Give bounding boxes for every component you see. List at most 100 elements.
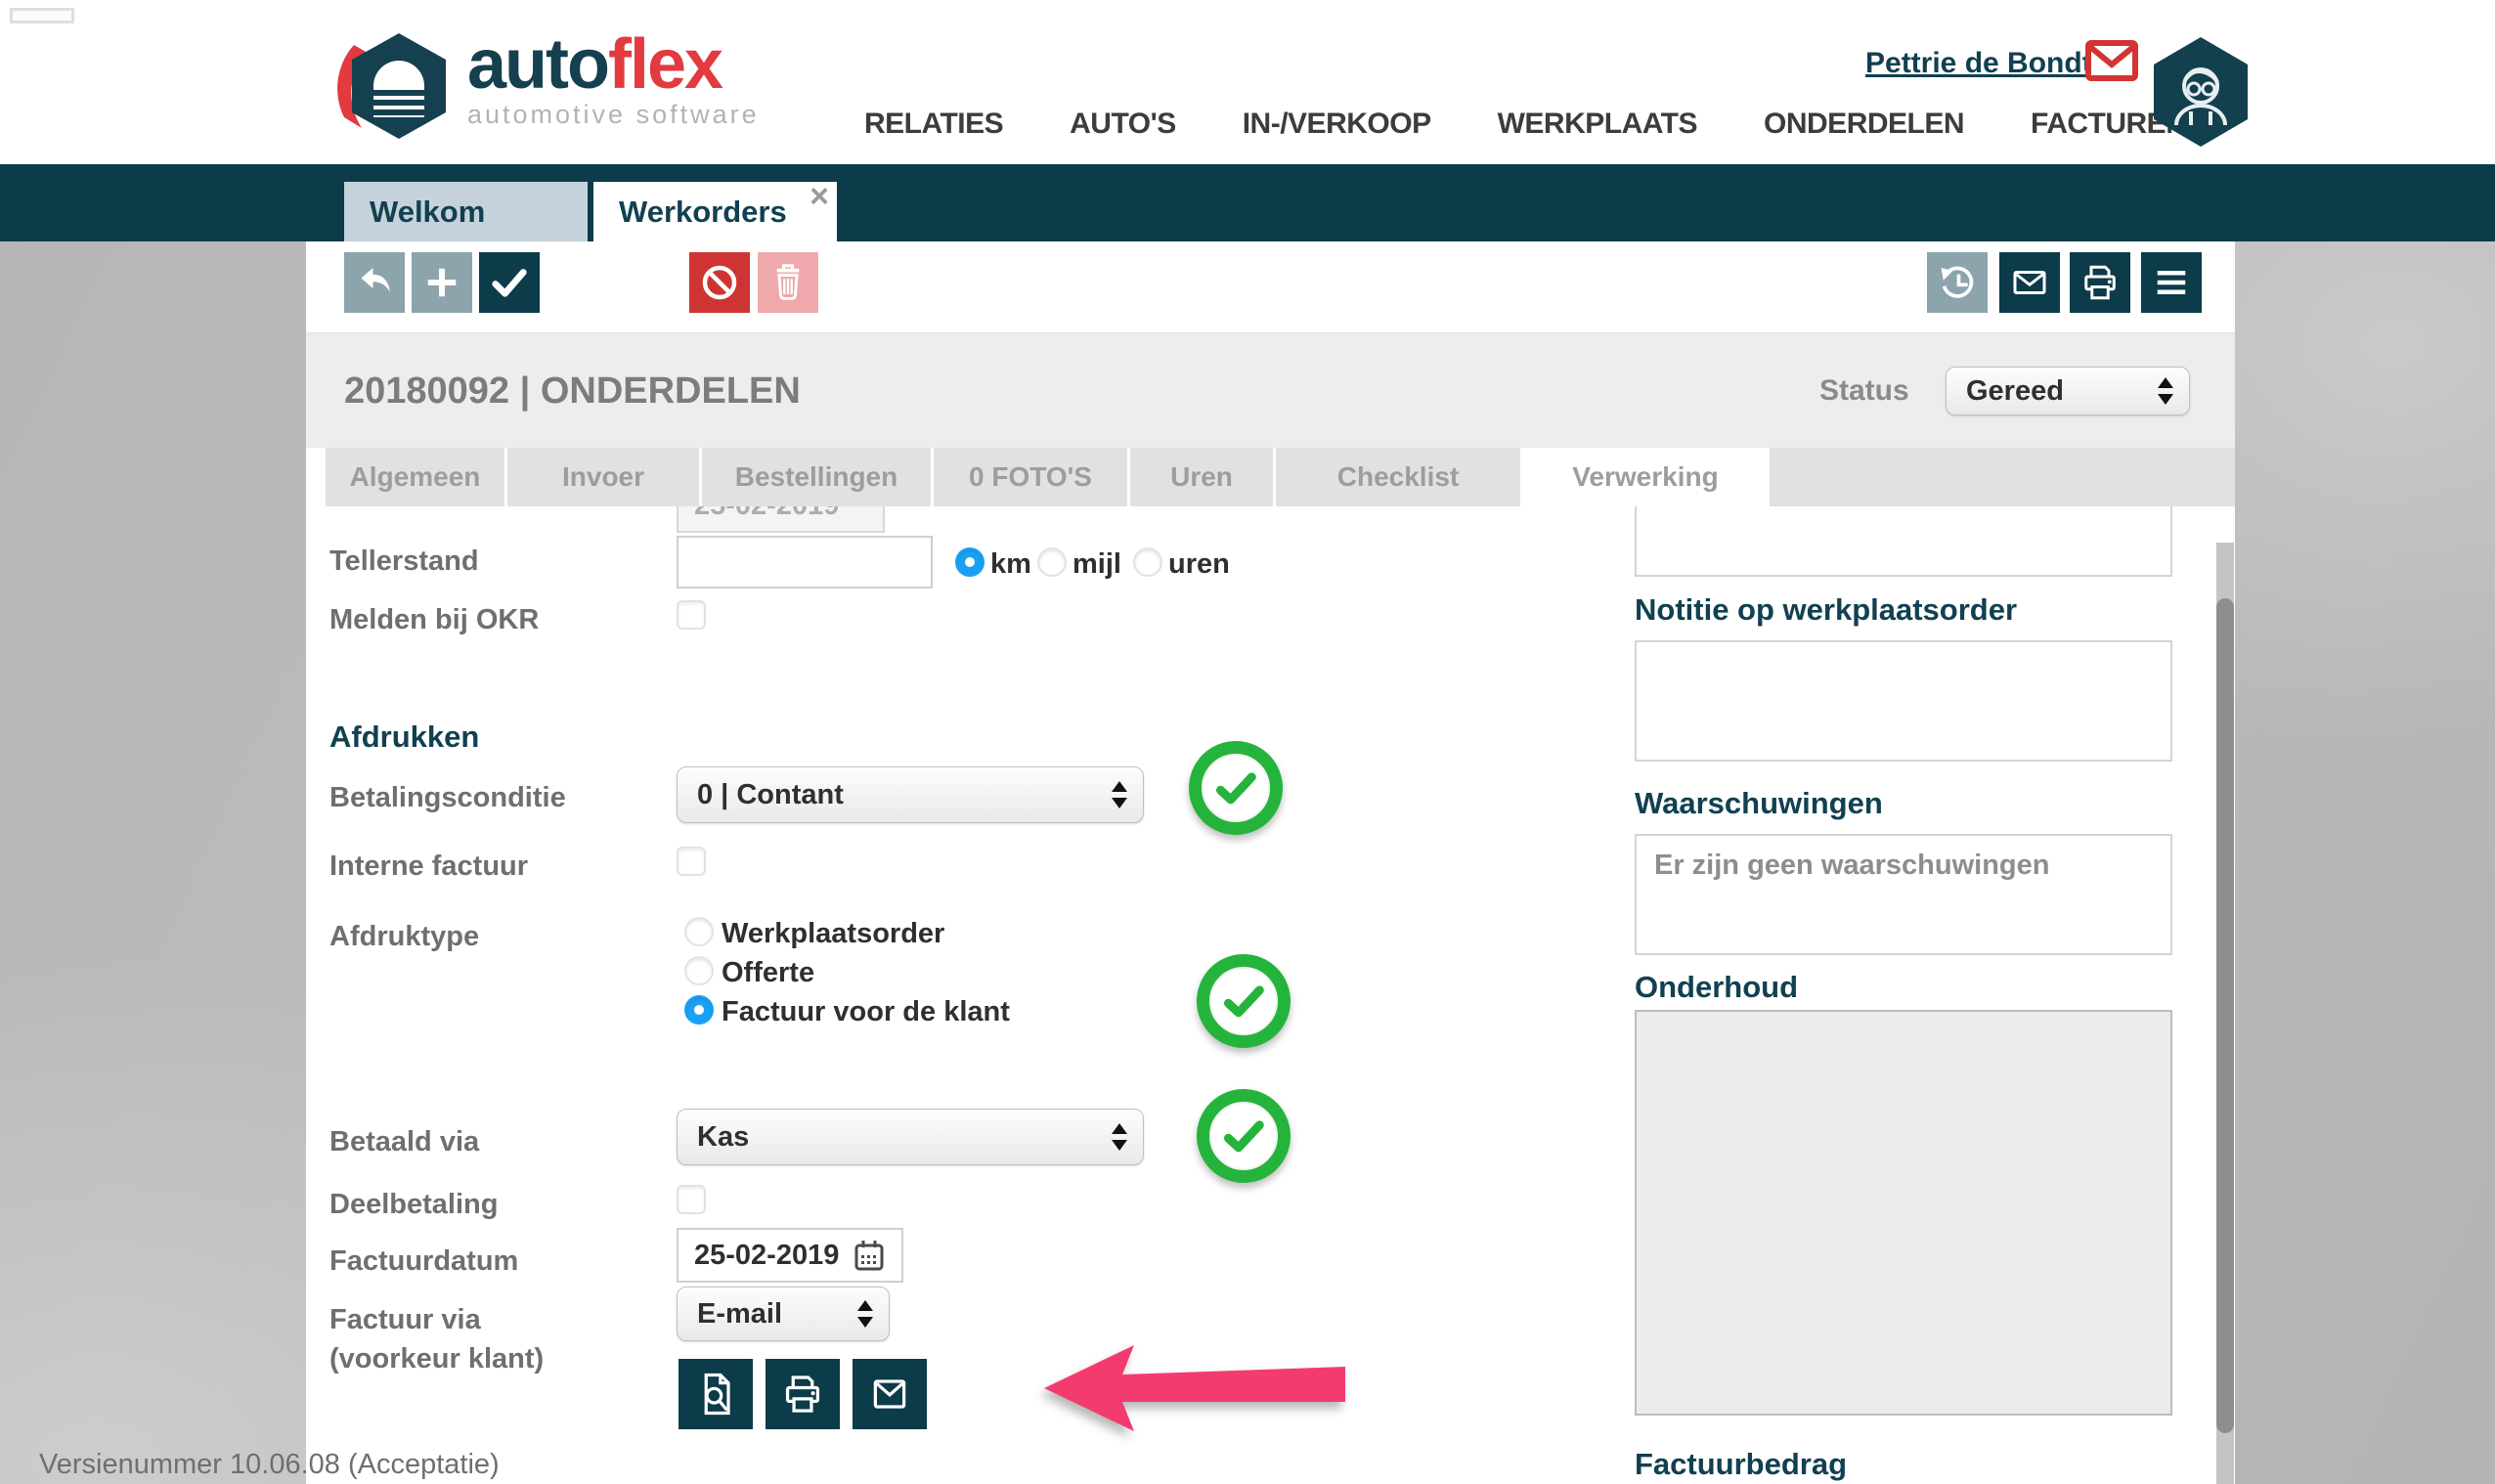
unit-uren-label: uren — [1168, 548, 1230, 581]
status-value: Gereed — [1947, 368, 2189, 415]
orderdatum-value: 25-02-2019 — [677, 506, 885, 533]
afdruktype-factuur-radio[interactable] — [684, 995, 714, 1025]
interne-factuur-checkbox[interactable] — [677, 847, 706, 876]
undo-button[interactable] — [344, 252, 405, 313]
undo-icon — [351, 259, 398, 306]
betaald-via-ok-badge — [1197, 1089, 1291, 1183]
nav-werkplaats[interactable]: WERKPLAATS — [1498, 108, 1697, 141]
waarschuwingen-box: Er zijn geen waarschuwingen — [1635, 834, 2172, 955]
main-nav: RELATIES AUTO'S IN-/VERKOOP WERKPLAATS O… — [864, 102, 2186, 147]
version-text: Versienummer 10.06.08 (Acceptatie) — [39, 1449, 500, 1481]
document-preview-icon — [690, 1369, 741, 1419]
calendar-icon[interactable] — [854, 1240, 884, 1271]
mini-placeholder-box — [10, 8, 74, 23]
record-titlebar: 20180092 | ONDERDELEN Status Gereed — [306, 332, 2235, 448]
status-select[interactable]: Gereed — [1946, 367, 2190, 415]
subtab-checklist[interactable]: Checklist — [1276, 448, 1520, 506]
betaald-via-select[interactable]: Kas — [677, 1109, 1144, 1165]
verwerking-content: Orderdatum 25-02-2019 Tellerstand km mij… — [306, 506, 2235, 1484]
factuur-via-label: Factuur via — [329, 1304, 481, 1336]
notitie-textarea[interactable] — [1635, 640, 2172, 762]
logo-word-auto: auto — [467, 25, 608, 104]
logo-text: autoflex automotive software — [467, 29, 760, 128]
status-label: Status — [1819, 333, 1909, 449]
print-button[interactable] — [2070, 252, 2130, 313]
waarschuwingen-text: Er zijn geen waarschuwingen — [1654, 850, 2050, 881]
afdruktype-factuur-label: Factuur voor de klant — [722, 996, 1010, 1028]
print-invoice-button[interactable] — [766, 1359, 840, 1429]
tab-werkorders[interactable]: Werkorders × — [593, 182, 837, 241]
mail-icon — [864, 1369, 915, 1419]
subtab-bestellingen[interactable]: Bestellingen — [702, 448, 931, 506]
nav-relaties[interactable]: RELATIES — [864, 108, 1003, 141]
waarschuwingen-heading: Waarschuwingen — [1635, 786, 1883, 821]
delete-button[interactable] — [758, 252, 818, 313]
cancel-order-button[interactable] — [689, 252, 750, 313]
subtab-verwerking[interactable]: Verwerking — [1523, 448, 1768, 506]
melden-okr-checkbox[interactable] — [677, 600, 706, 630]
unit-km-label: km — [990, 548, 1031, 581]
afdruktype-offerte-label: Offerte — [722, 957, 814, 989]
plus-icon — [418, 259, 465, 306]
onderhoud-textarea[interactable] — [1635, 1010, 2172, 1416]
betaald-via-value: Kas — [678, 1110, 1143, 1164]
confirm-button[interactable] — [479, 252, 540, 313]
interne-factuur-label: Interne factuur — [329, 851, 528, 883]
subtab-filler — [1770, 448, 2235, 506]
subtab-uren[interactable]: Uren — [1130, 448, 1273, 506]
unit-mijl-radio[interactable] — [1037, 547, 1067, 577]
subtab-bar: Algemeen Invoer Bestellingen 0 FOTO'S Ur… — [306, 448, 2235, 506]
afdruktype-werkplaatsorder-radio[interactable] — [684, 917, 714, 946]
logo-tagline: automotive software — [467, 102, 760, 128]
user-link[interactable]: Pettrie de Bondt — [1865, 47, 2092, 80]
preview-invoice-button[interactable] — [678, 1359, 753, 1429]
betaald-via-label: Betaald via — [329, 1126, 479, 1158]
select-stepper-icon — [857, 1299, 873, 1329]
email-invoice-button[interactable] — [853, 1359, 927, 1429]
notitie-heading: Notitie op werkplaatsorder — [1635, 592, 2017, 628]
record-title: 20180092 | ONDERDELEN — [344, 333, 801, 449]
tab-welkom[interactable]: Welkom — [344, 182, 588, 241]
subtab-invoer[interactable]: Invoer — [507, 448, 699, 506]
deelbetaling-checkbox[interactable] — [677, 1185, 706, 1214]
factuurdatum-label: Factuurdatum — [329, 1245, 518, 1278]
tab-close-icon[interactable]: × — [810, 180, 829, 213]
top-note-textarea[interactable] — [1635, 506, 2172, 577]
logo-word-flex: flex — [608, 25, 722, 104]
betalingsconditie-ok-badge — [1189, 741, 1283, 835]
afdruktype-werkplaatsorder-label: Werkplaatsorder — [722, 918, 944, 950]
document-tabbar: Welkom Werkorders × — [0, 164, 2495, 241]
menu-button[interactable] — [2141, 252, 2202, 313]
unit-mijl-label: mijl — [1072, 548, 1121, 581]
history-icon — [1934, 259, 1981, 306]
betalingsconditie-select[interactable]: 0 | Contant — [677, 766, 1144, 823]
onderhoud-heading: Onderhoud — [1635, 970, 1798, 1005]
user-avatar[interactable] — [2147, 35, 2254, 149]
subtab-algemeen[interactable]: Algemeen — [326, 448, 504, 506]
tellerstand-input[interactable] — [677, 536, 933, 589]
user-mail-icon[interactable] — [2084, 39, 2139, 82]
factuur-via-select[interactable]: E-mail — [677, 1287, 890, 1341]
history-button[interactable] — [1927, 252, 1988, 313]
tab-welkom-label: Welkom — [370, 195, 485, 229]
afdruktype-offerte-radio[interactable] — [684, 956, 714, 985]
trash-icon — [765, 259, 811, 306]
scrollbar-thumb[interactable] — [2216, 598, 2234, 1433]
select-stepper-icon — [1112, 1122, 1127, 1152]
nav-in-verkoop[interactable]: IN-/VERKOOP — [1243, 108, 1431, 141]
nav-autos[interactable]: AUTO'S — [1070, 108, 1176, 141]
menu-icon — [2148, 259, 2195, 306]
mail-button[interactable] — [1999, 252, 2060, 313]
factuurdatum-input[interactable]: 25-02-2019 — [677, 1228, 903, 1283]
select-stepper-icon — [2158, 376, 2173, 406]
betalingsconditie-label: Betalingsconditie — [329, 782, 566, 814]
subtab-fotos[interactable]: 0 FOTO'S — [934, 448, 1127, 506]
annotation-arrow-icon — [1044, 1343, 1347, 1433]
unit-uren-radio[interactable] — [1133, 547, 1162, 577]
select-stepper-icon — [1112, 780, 1127, 809]
add-button[interactable] — [412, 252, 472, 313]
green-check-icon — [1210, 763, 1261, 813]
mail-icon — [2006, 259, 2053, 306]
nav-onderdelen[interactable]: ONDERDELEN — [1764, 108, 1964, 141]
unit-km-radio[interactable] — [955, 547, 985, 577]
